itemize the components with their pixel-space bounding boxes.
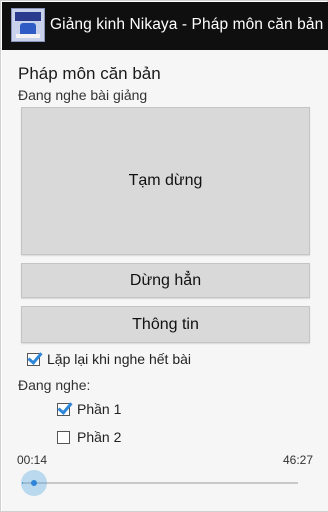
part-1-label: Phần 1 bbox=[77, 401, 122, 417]
part-1-option[interactable]: Phần 1 bbox=[57, 401, 121, 417]
elapsed-time: 00:14 bbox=[17, 453, 48, 467]
playback-status: Đang nghe bài giảng bbox=[18, 87, 148, 103]
listening-label: Đang nghe: bbox=[18, 377, 91, 393]
pause-button[interactable]: Tạm dừng bbox=[21, 107, 310, 255]
part-1-checkbox[interactable] bbox=[57, 402, 70, 416]
info-button[interactable]: Thông tin bbox=[21, 306, 310, 343]
app-window: Giảng kinh Nikaya - Pháp môn căn bản Phá… bbox=[0, 0, 328, 512]
part-2-checkbox[interactable] bbox=[57, 430, 70, 444]
action-bar: Giảng kinh Nikaya - Pháp môn căn bản bbox=[2, 2, 328, 50]
repeat-option[interactable]: Lặp lại khi nghe hết bài bbox=[27, 351, 191, 367]
lecture-title: Pháp môn căn bản bbox=[18, 64, 161, 83]
app-logo-icon[interactable] bbox=[11, 8, 45, 42]
repeat-label: Lặp lại khi nghe hết bài bbox=[47, 351, 191, 367]
part-2-label: Phần 2 bbox=[77, 429, 122, 445]
seek-bar[interactable] bbox=[22, 482, 298, 484]
seek-thumb[interactable] bbox=[21, 470, 48, 496]
player-panel: Pháp môn căn bản Đang nghe bài giảng Tạm… bbox=[2, 50, 328, 511]
app-title: Giảng kinh Nikaya - Pháp môn căn bản bbox=[50, 16, 324, 33]
total-time: 46:27 bbox=[282, 453, 313, 467]
part-2-option[interactable]: Phần 2 bbox=[57, 429, 121, 445]
repeat-checkbox[interactable] bbox=[27, 352, 40, 366]
stop-button[interactable]: Dừng hẳn bbox=[21, 263, 310, 298]
